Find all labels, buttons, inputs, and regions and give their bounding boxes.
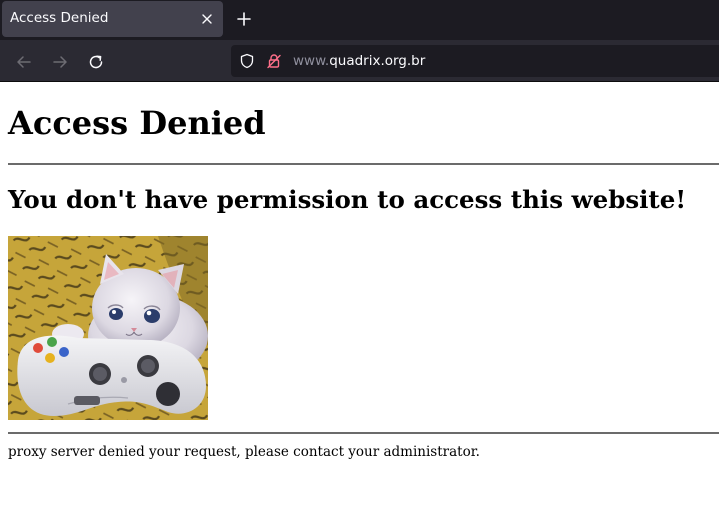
shield-icon[interactable] [239, 53, 255, 69]
tab-title: Access Denied [10, 10, 109, 26]
url-host: quadrix.org.br [329, 53, 426, 69]
address-bar[interactable]: www.quadrix.org.br [231, 45, 719, 77]
proxy-denied-message: proxy server denied your request, please… [8, 444, 480, 460]
insecure-lock-icon[interactable] [266, 53, 282, 69]
page-title: Access Denied [8, 104, 266, 142]
url-prefix: www. [293, 53, 330, 69]
url-text[interactable]: www.quadrix.org.br [293, 53, 425, 69]
permission-message: You don't have permission to access this… [8, 185, 687, 214]
bottom-divider [8, 432, 719, 434]
arrow-left-icon[interactable] [15, 53, 33, 71]
top-divider [8, 163, 719, 165]
tab-active[interactable]: Access Denied [2, 1, 223, 37]
plus-icon[interactable] [235, 10, 253, 28]
page-content: Access Denied You don't have permission … [0, 82, 719, 528]
close-icon[interactable] [199, 11, 215, 27]
tab-strip: Access Denied [0, 0, 719, 40]
arrow-right-icon[interactable] [51, 53, 69, 71]
navigation-toolbar: www.quadrix.org.br [0, 40, 719, 82]
crying-kitten-image [8, 236, 208, 420]
reload-icon[interactable] [87, 53, 105, 71]
